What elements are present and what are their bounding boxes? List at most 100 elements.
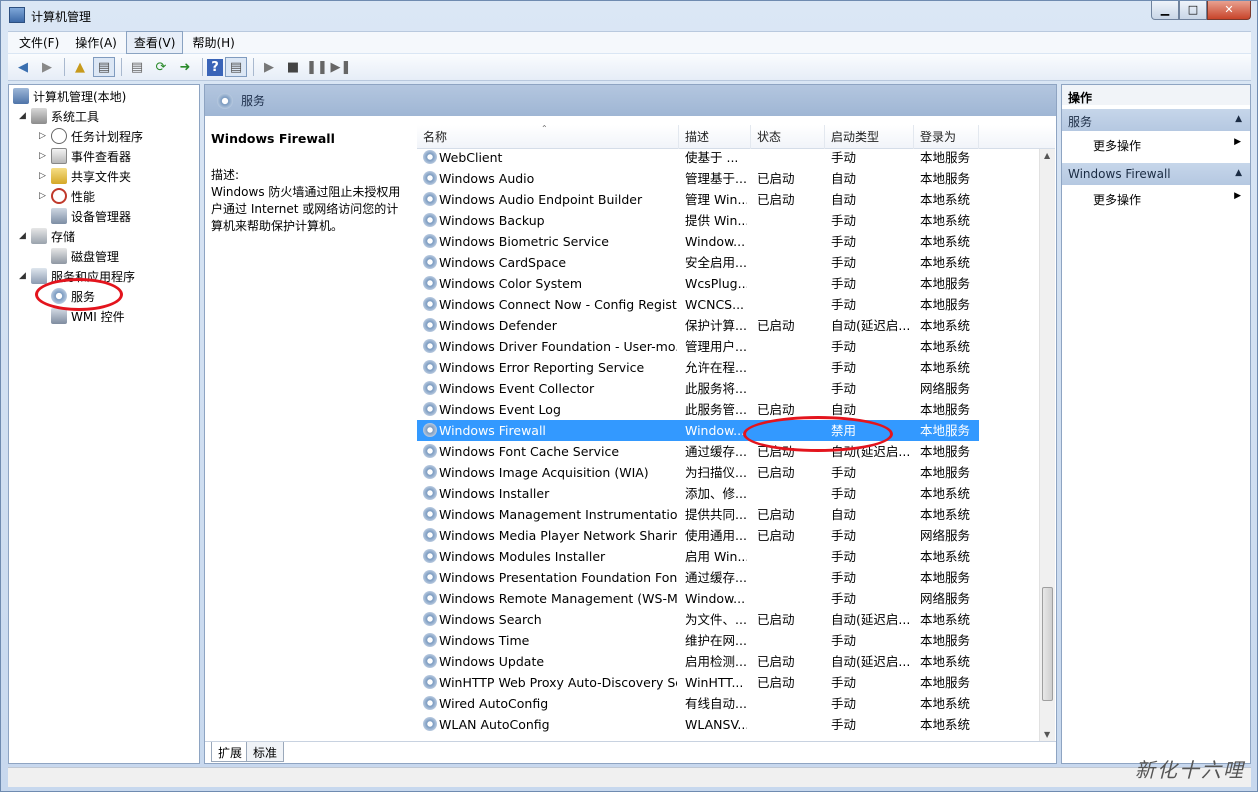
service-startup-type: 手动 xyxy=(831,570,857,585)
table-row[interactable]: WebClient 使基于 ... 手动 本地服务 xyxy=(417,147,979,168)
column-header-log-on-as[interactable]: 登录为 xyxy=(914,125,979,149)
menu-file[interactable]: 文件(F) xyxy=(12,32,66,53)
table-row[interactable]: Windows Remote Management (WS-M... Window… xyxy=(417,588,979,609)
show-hide-action-pane-icon[interactable]: ▤ xyxy=(225,57,247,77)
tree-item-computer-management[interactable]: 计算机管理(本地) xyxy=(13,86,126,106)
service-name: Windows Audio xyxy=(439,171,535,186)
tab-standard[interactable]: 标准 xyxy=(246,742,285,762)
show-hide-tree-icon[interactable]: ▤ xyxy=(93,57,115,77)
tree-item-task-scheduler[interactable]: ▷ 任务计划程序 xyxy=(39,126,143,146)
minimize-button[interactable]: ▁ xyxy=(1151,1,1179,20)
tree-item-label: 设备管理器 xyxy=(71,209,132,224)
table-row[interactable]: Windows Time 维护在网... 手动 本地服务 xyxy=(417,630,979,651)
service-name: Windows Management Instrumentation xyxy=(439,507,677,522)
collapse-up-icon[interactable]: ▲ xyxy=(1235,114,1242,124)
table-row[interactable]: Windows Update 启用检测... 已启动 自动(延迟启... 本地系统 xyxy=(417,651,979,672)
table-row[interactable]: Windows Backup 提供 Win... 手动 本地系统 xyxy=(417,210,979,231)
service-name: Windows Modules Installer xyxy=(439,549,606,564)
table-row[interactable]: Windows Media Player Network Sharin... 使用… xyxy=(417,525,979,546)
service-description: 为扫描仪... xyxy=(685,465,747,480)
expand-triangle-icon[interactable]: ▷ xyxy=(39,151,51,161)
menu-view[interactable]: 查看(V) xyxy=(125,31,184,54)
actions-section-windows-firewall[interactable]: Windows Firewall ▲ xyxy=(1062,163,1250,185)
export-list-icon[interactable]: ➜ xyxy=(174,57,196,77)
help-icon[interactable]: ? xyxy=(207,58,223,76)
table-row[interactable]: Windows Defender 保护计算... 已启动 自动(延迟启... 本地系统 xyxy=(417,315,979,336)
more-actions-windows-firewall[interactable]: 更多操作 ▶ xyxy=(1062,188,1250,208)
more-actions-services[interactable]: 更多操作 ▶ xyxy=(1062,134,1250,154)
service-name: WinHTTP Web Proxy Auto-Discovery Se... xyxy=(439,675,677,690)
column-header-name[interactable]: 名称 ⌃ xyxy=(417,125,679,149)
table-row[interactable]: Windows Event Log 此服务管... 已启动 自动 本地服务 xyxy=(417,399,979,420)
collapse-triangle-icon[interactable]: ◢ xyxy=(19,111,31,121)
clock-icon xyxy=(51,128,67,144)
scroll-down-arrow-icon[interactable]: ▼ xyxy=(1044,730,1050,739)
scroll-up-arrow-icon[interactable]: ▲ xyxy=(1044,151,1050,160)
service-description: 此服务将... xyxy=(685,381,747,396)
properties-icon[interactable]: ▤ xyxy=(126,57,148,77)
table-row[interactable]: WLAN AutoConfig WLANSV... 手动 本地系统 xyxy=(417,714,979,735)
table-row[interactable]: Windows Biometric Service Window... 手动 本地系统 xyxy=(417,231,979,252)
event-viewer-icon xyxy=(51,148,67,164)
refresh-icon[interactable]: ⟳ xyxy=(150,57,172,77)
tree-item-shared-folders[interactable]: ▷ 共享文件夹 xyxy=(39,166,131,186)
table-row[interactable]: WinHTTP Web Proxy Auto-Discovery Se... Wi… xyxy=(417,672,979,693)
tab-extended[interactable]: 扩展 xyxy=(211,742,250,762)
tree-item-device-manager[interactable]: 设备管理器 xyxy=(51,206,131,226)
tree-item-disk-management[interactable]: 磁盘管理 xyxy=(51,246,119,266)
stop-service-icon[interactable]: ■ xyxy=(282,57,304,77)
start-service-icon[interactable]: ▶ xyxy=(258,57,280,77)
table-row[interactable]: Windows Modules Installer 启用 Win... 手动 本地系统 xyxy=(417,546,979,567)
close-button[interactable]: ✕ xyxy=(1207,1,1251,20)
table-row[interactable]: Windows Management Instrumentation 提供共同..… xyxy=(417,504,979,525)
column-header-status[interactable]: 状态 xyxy=(751,125,825,149)
services-header: 服务 xyxy=(205,85,1056,116)
pause-service-icon[interactable]: ❚❚ xyxy=(306,57,328,77)
maximize-button[interactable]: □ xyxy=(1179,1,1207,20)
expand-triangle-icon[interactable]: ▷ xyxy=(39,171,51,181)
expand-triangle-icon[interactable]: ▷ xyxy=(39,191,51,201)
back-arrow-icon[interactable]: ◀ xyxy=(12,57,34,77)
title-bar[interactable]: 计算机管理 ▁ □ ✕ xyxy=(1,1,1257,30)
table-row[interactable]: Windows Error Reporting Service 允许在程... 手动… xyxy=(417,357,979,378)
column-header-startup-type[interactable]: 启动类型 xyxy=(825,125,914,149)
table-row[interactable]: Windows Audio Endpoint Builder 管理 Win... 已… xyxy=(417,189,979,210)
table-row[interactable]: Windows CardSpace 安全启用... 手动 本地系统 xyxy=(417,252,979,273)
forward-arrow-icon[interactable]: ▶ xyxy=(36,57,58,77)
table-row[interactable]: Wired AutoConfig 有线自动... 手动 本地系统 xyxy=(417,693,979,714)
collapse-triangle-icon[interactable]: ◢ xyxy=(19,271,31,281)
table-row[interactable]: Windows Event Collector 此服务将... 手动 网络服务 xyxy=(417,378,979,399)
scrollbar-thumb[interactable] xyxy=(1042,587,1053,701)
menu-help[interactable]: 帮助(H) xyxy=(185,32,241,53)
table-row[interactable]: Windows Installer 添加、修... 手动 本地系统 xyxy=(417,483,979,504)
restart-service-icon[interactable]: ▶❚ xyxy=(330,57,352,77)
expand-triangle-icon[interactable]: ▷ xyxy=(39,131,51,141)
table-row[interactable]: Windows Driver Foundation - User-mo... 管理… xyxy=(417,336,979,357)
collapse-up-icon[interactable]: ▲ xyxy=(1235,168,1242,178)
table-row[interactable]: Windows Presentation Foundation Font... 通… xyxy=(417,567,979,588)
service-description: 此服务管... xyxy=(685,402,747,417)
table-row[interactable]: Windows Font Cache Service 通过缓存... 已启动 自动(延… xyxy=(417,441,979,462)
column-header-description[interactable]: 描述 xyxy=(679,125,751,149)
tree-item-storage[interactable]: ◢ 存储 xyxy=(19,226,75,246)
vertical-scrollbar[interactable]: ▲ ▼ xyxy=(1039,149,1055,741)
service-startup-type: 手动 xyxy=(831,234,857,249)
up-folder-icon[interactable]: ▲ xyxy=(69,57,91,77)
service-log-on-as: 网络服务 xyxy=(920,591,971,606)
menu-action[interactable]: 操作(A) xyxy=(68,32,124,53)
service-status xyxy=(757,483,825,504)
actions-section-services[interactable]: 服务 ▲ xyxy=(1062,109,1250,131)
tree-item-performance[interactable]: ▷ 性能 xyxy=(39,186,95,206)
table-row[interactable]: Windows Color System WcsPlug... 手动 本地服务 xyxy=(417,273,979,294)
service-gear-icon xyxy=(423,633,437,647)
table-row[interactable]: Windows Search 为文件、... 已启动 自动(延迟启... 本地系统 xyxy=(417,609,979,630)
service-description: 提供 Win... xyxy=(685,213,747,228)
tree-item-system-tools[interactable]: ◢ 系统工具 xyxy=(19,106,99,126)
service-description: 有线自动... xyxy=(685,696,747,711)
tree-item-event-viewer[interactable]: ▷ 事件查看器 xyxy=(39,146,131,166)
table-row[interactable]: Windows Connect Now - Config Regist... WC… xyxy=(417,294,979,315)
table-row[interactable]: Windows Firewall Window... 禁用 本地服务 xyxy=(417,420,979,441)
table-row[interactable]: Windows Audio 管理基于... 已启动 自动 本地服务 xyxy=(417,168,979,189)
table-row[interactable]: Windows Image Acquisition (WIA) 为扫描仪... 已启… xyxy=(417,462,979,483)
collapse-triangle-icon[interactable]: ◢ xyxy=(19,231,31,241)
